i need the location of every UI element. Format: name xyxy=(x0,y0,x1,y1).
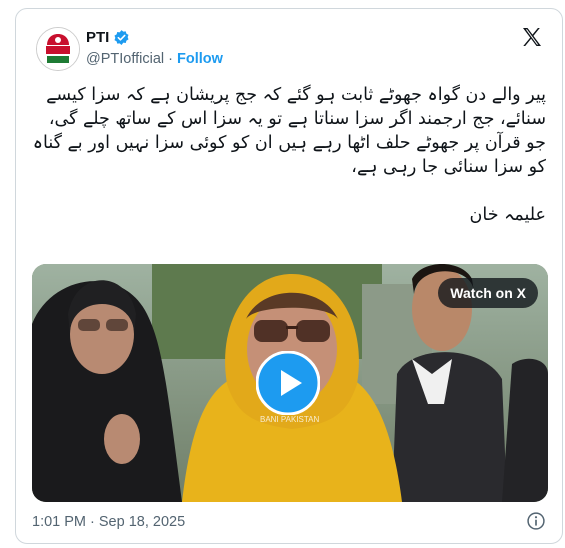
watch-on-x-button[interactable]: Watch on X xyxy=(438,278,538,308)
post-text: پیر والے دن گواہ جھوٹے ثابت ہو گئے کہ جج… xyxy=(32,83,546,227)
x-logo-icon[interactable] xyxy=(520,25,544,49)
handle-row: @PTIofficial · Follow xyxy=(86,51,223,67)
author-name[interactable]: PTI xyxy=(86,29,109,46)
avatar[interactable] xyxy=(36,27,80,71)
video-player[interactable]: BANI PAKISTAN Watch on X xyxy=(32,264,548,502)
post-card[interactable]: PTI @PTIofficial · Follow پیر والے دن گو… xyxy=(15,8,563,544)
video-watermark: BANI PAKISTAN xyxy=(260,415,319,424)
author-name-row[interactable]: PTI xyxy=(86,29,130,46)
author-handle[interactable]: @PTIofficial xyxy=(86,51,164,67)
follow-button[interactable]: Follow xyxy=(177,51,223,67)
verified-badge-icon xyxy=(114,30,129,45)
post-text-paragraph-2: جو قرآن پر جھوٹے حلف اٹھا رہے ہیں ان کو … xyxy=(32,133,546,177)
separator: · xyxy=(168,51,173,67)
post-text-paragraph-1: پیر والے دن گواہ جھوٹے ثابت ہو گئے کہ جج… xyxy=(46,85,546,129)
post-timestamp[interactable]: 1:01 PM · Sep 18, 2025 xyxy=(32,514,185,530)
info-icon[interactable] xyxy=(526,511,546,531)
play-icon[interactable] xyxy=(256,351,320,415)
post-signature: علیمہ خان xyxy=(469,205,546,225)
